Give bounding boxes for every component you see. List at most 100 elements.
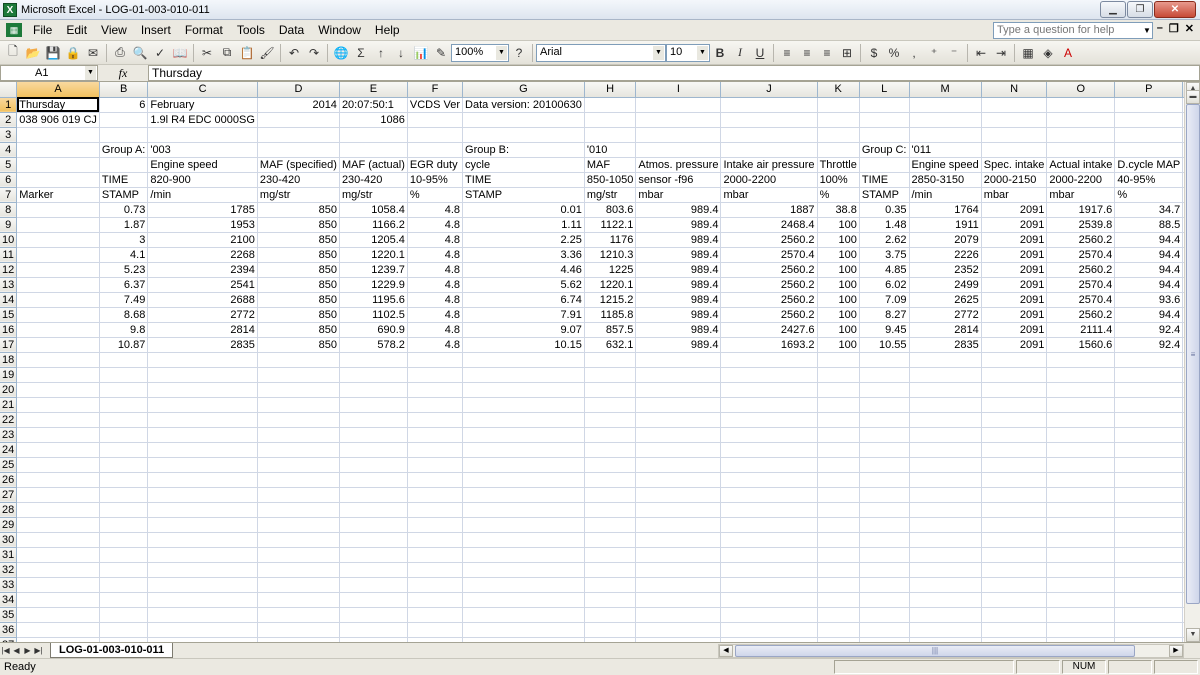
- cell[interactable]: 2560.2: [720, 232, 818, 248]
- cell[interactable]: [407, 577, 464, 593]
- cell[interactable]: [147, 577, 258, 593]
- cell[interactable]: [16, 142, 100, 158]
- cell[interactable]: [16, 532, 100, 548]
- cell[interactable]: 1239.7: [339, 262, 408, 278]
- formula-input[interactable]: Thursday: [148, 65, 1200, 81]
- cell[interactable]: [407, 547, 464, 563]
- cell[interactable]: 2091: [981, 337, 1048, 353]
- cell[interactable]: [339, 442, 408, 458]
- row-header[interactable]: 4: [0, 142, 18, 158]
- cell[interactable]: [909, 487, 982, 503]
- cell[interactable]: [584, 472, 637, 488]
- column-header[interactable]: C: [147, 82, 258, 98]
- cell[interactable]: 94.4: [1114, 232, 1184, 248]
- cell[interactable]: [720, 472, 818, 488]
- row-header[interactable]: 22: [0, 412, 18, 428]
- cell[interactable]: [817, 472, 860, 488]
- menu-tools[interactable]: Tools: [230, 20, 272, 40]
- cell[interactable]: 100: [817, 247, 860, 263]
- cell[interactable]: 2570.4: [1046, 292, 1116, 308]
- cell[interactable]: [584, 127, 637, 143]
- cell[interactable]: [584, 607, 637, 623]
- new-icon[interactable]: 🗋: [3, 43, 23, 63]
- cell[interactable]: 2541: [147, 277, 258, 293]
- cell[interactable]: [257, 127, 340, 143]
- cell[interactable]: [817, 577, 860, 593]
- cell[interactable]: [817, 457, 860, 473]
- cell[interactable]: [407, 472, 464, 488]
- cell[interactable]: [635, 382, 722, 398]
- cell[interactable]: [859, 487, 910, 503]
- cell[interactable]: [1114, 352, 1184, 368]
- column-header[interactable]: G: [462, 82, 585, 98]
- cell[interactable]: [981, 577, 1048, 593]
- cell[interactable]: [16, 502, 100, 518]
- cell[interactable]: [909, 382, 982, 398]
- cell[interactable]: %: [817, 187, 860, 203]
- cell[interactable]: [99, 382, 149, 398]
- cell[interactable]: [257, 112, 340, 128]
- cell[interactable]: 0.73: [99, 202, 149, 218]
- cell[interactable]: 2835: [909, 337, 982, 353]
- align-left-icon[interactable]: ≡: [777, 43, 797, 63]
- cell[interactable]: 10.15: [462, 337, 585, 353]
- cell[interactable]: [859, 547, 910, 563]
- cell[interactable]: [1114, 607, 1184, 623]
- cell[interactable]: [1046, 577, 1116, 593]
- row-header[interactable]: 19: [0, 367, 18, 383]
- cell[interactable]: [1046, 607, 1116, 623]
- cell[interactable]: [981, 352, 1048, 368]
- cell[interactable]: 1.9l R4 EDC 0000SG: [147, 112, 258, 128]
- cell[interactable]: [909, 367, 982, 383]
- cell[interactable]: [720, 367, 818, 383]
- cell[interactable]: [981, 367, 1048, 383]
- cell[interactable]: [817, 517, 860, 533]
- menu-file[interactable]: File: [26, 20, 59, 40]
- cell[interactable]: [584, 397, 637, 413]
- cell[interactable]: [720, 457, 818, 473]
- cell[interactable]: [462, 367, 585, 383]
- cell[interactable]: [720, 127, 818, 143]
- cell[interactable]: [817, 127, 860, 143]
- cell[interactable]: 3.75: [859, 247, 910, 263]
- cell[interactable]: [462, 622, 585, 638]
- help-icon[interactable]: ?: [509, 43, 529, 63]
- cell[interactable]: [339, 127, 408, 143]
- cell[interactable]: [635, 367, 722, 383]
- cell[interactable]: 4.85: [859, 262, 910, 278]
- undo-icon[interactable]: ↶: [284, 43, 304, 63]
- cell[interactable]: [720, 112, 818, 128]
- cell[interactable]: mbar: [1046, 187, 1116, 203]
- cell[interactable]: 2091: [981, 232, 1048, 248]
- cell[interactable]: 2560.2: [720, 277, 818, 293]
- cell[interactable]: [407, 412, 464, 428]
- cell[interactable]: [1114, 367, 1184, 383]
- cell[interactable]: [817, 112, 860, 128]
- cell[interactable]: [147, 397, 258, 413]
- cell[interactable]: [462, 457, 585, 473]
- cell[interactable]: [16, 232, 100, 248]
- help-dropdown-icon[interactable]: ▼: [1141, 22, 1153, 39]
- row-header[interactable]: 21: [0, 397, 18, 413]
- cell[interactable]: [147, 532, 258, 548]
- cell[interactable]: [720, 397, 818, 413]
- cell[interactable]: [257, 502, 340, 518]
- cell[interactable]: [407, 622, 464, 638]
- cell[interactable]: [859, 367, 910, 383]
- cell[interactable]: 1887: [720, 202, 818, 218]
- cell[interactable]: 100%: [817, 172, 860, 188]
- scroll-down-icon[interactable]: ▼: [1186, 628, 1200, 642]
- cell[interactable]: [817, 487, 860, 503]
- column-header[interactable]: D: [257, 82, 340, 98]
- cell[interactable]: [1046, 547, 1116, 563]
- cell[interactable]: TIME: [462, 172, 585, 188]
- font-color-icon[interactable]: A: [1058, 43, 1078, 63]
- column-header[interactable]: I: [635, 82, 722, 98]
- cell[interactable]: 1086: [339, 112, 408, 128]
- cell[interactable]: [16, 412, 100, 428]
- cell[interactable]: 850: [257, 217, 340, 233]
- cell[interactable]: [257, 547, 340, 563]
- row-header[interactable]: 6: [0, 172, 18, 188]
- cell[interactable]: 2000-2200: [720, 172, 818, 188]
- cell[interactable]: [1046, 442, 1116, 458]
